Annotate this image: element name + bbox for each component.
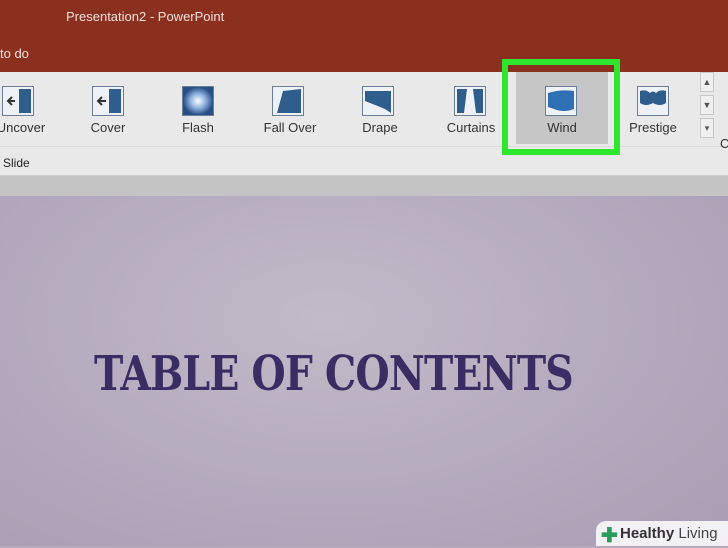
drape-icon [362, 86, 394, 116]
gallery-scrollbar[interactable]: ▲ ▼ ▾ [700, 72, 716, 144]
wind-icon [545, 86, 577, 116]
transition-label: Prestige [629, 120, 677, 135]
transition-curtains[interactable]: Curtains [432, 72, 510, 144]
watermark-healthy: Healthy [620, 525, 675, 542]
clipped-ribbon-label: C [720, 136, 728, 151]
transition-drape[interactable]: Drape [342, 72, 418, 144]
gallery-scroll-down-icon[interactable]: ▼ [700, 95, 714, 115]
transition-label: Curtains [446, 120, 496, 135]
ribbon-divider [0, 146, 728, 147]
slide-title[interactable]: TABLE OF CONTENTS [94, 346, 574, 402]
ribbon-group-label: Slide [3, 156, 30, 170]
title-bar: Presentation2 - PowerPoint to do [0, 0, 728, 72]
transition-wind[interactable]: Wind [516, 72, 608, 144]
ruler-band [0, 176, 728, 196]
uncover-icon [2, 86, 34, 116]
tell-me-box[interactable]: to do [0, 46, 29, 61]
transition-fall-over[interactable]: Fall Over [252, 72, 328, 144]
transition-flash[interactable]: Flash [160, 72, 236, 144]
prestige-icon [637, 86, 669, 116]
transition-label: Fall Over [263, 120, 317, 135]
plus-logo-icon: ✚ [601, 525, 618, 547]
transition-label: Uncover [0, 120, 46, 135]
transition-label: Flash [182, 120, 214, 135]
fall-over-icon [272, 86, 304, 116]
transition-prestige[interactable]: Prestige [614, 72, 692, 144]
watermark: ✚ Healthy Living [596, 521, 728, 547]
cover-icon [92, 86, 124, 116]
transition-cover[interactable]: Cover [70, 72, 146, 144]
transition-label: Wind [547, 120, 577, 135]
gallery-scroll-up-icon[interactable]: ▲ [700, 72, 714, 92]
gallery-more-icon[interactable]: ▾ [700, 118, 714, 138]
transition-label: Drape [362, 120, 398, 135]
curtains-icon [454, 86, 486, 116]
watermark-living: Living [674, 525, 718, 542]
transition-label: Cover [90, 120, 126, 135]
transition-gallery: Uncover Cover Flash Fall Over Drape Curt… [0, 72, 700, 144]
transition-uncover[interactable]: Uncover [0, 72, 62, 144]
window-title: Presentation2 - PowerPoint [66, 9, 225, 24]
flash-icon [182, 86, 214, 116]
